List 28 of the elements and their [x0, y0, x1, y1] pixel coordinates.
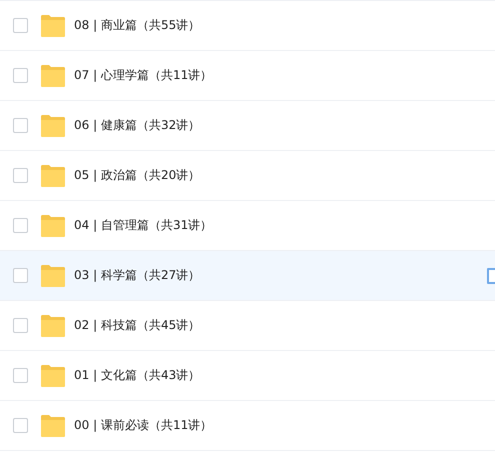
folder-icon — [41, 14, 65, 36]
folder-name: 08 | 商业篇（共55讲） — [74, 17, 200, 34]
folder-icon — [41, 64, 65, 86]
folder-icon — [41, 414, 65, 436]
folder-name: 01 | 文化篇（共43讲） — [74, 367, 200, 384]
folder-name: 06 | 健康篇（共32讲） — [74, 117, 200, 134]
folder-name: 02 | 科技篇（共45讲） — [74, 317, 200, 334]
folder-name: 04 | 自管理篇（共31讲） — [74, 217, 212, 234]
folder-icon — [41, 314, 65, 336]
checkbox[interactable] — [13, 18, 28, 33]
folder-row[interactable]: 03 | 科学篇（共27讲） — [0, 251, 495, 301]
checkbox[interactable] — [13, 368, 28, 383]
checkbox[interactable] — [13, 68, 28, 83]
folder-name: 05 | 政治篇（共20讲） — [74, 167, 200, 184]
folder-icon — [41, 114, 65, 136]
folder-name: 00 | 课前必读（共11讲） — [74, 417, 212, 434]
checkbox[interactable] — [13, 118, 28, 133]
folder-icon — [41, 264, 65, 286]
checkbox[interactable] — [13, 268, 28, 283]
checkbox[interactable] — [13, 218, 28, 233]
folder-icon — [41, 214, 65, 236]
checkbox[interactable] — [13, 318, 28, 333]
folder-icon — [41, 364, 65, 386]
checkbox[interactable] — [13, 418, 28, 433]
folder-name: 03 | 科学篇（共27讲） — [74, 267, 200, 284]
folder-icon — [41, 164, 65, 186]
checkbox[interactable] — [13, 168, 28, 183]
folder-name: 07 | 心理学篇（共11讲） — [74, 67, 212, 84]
